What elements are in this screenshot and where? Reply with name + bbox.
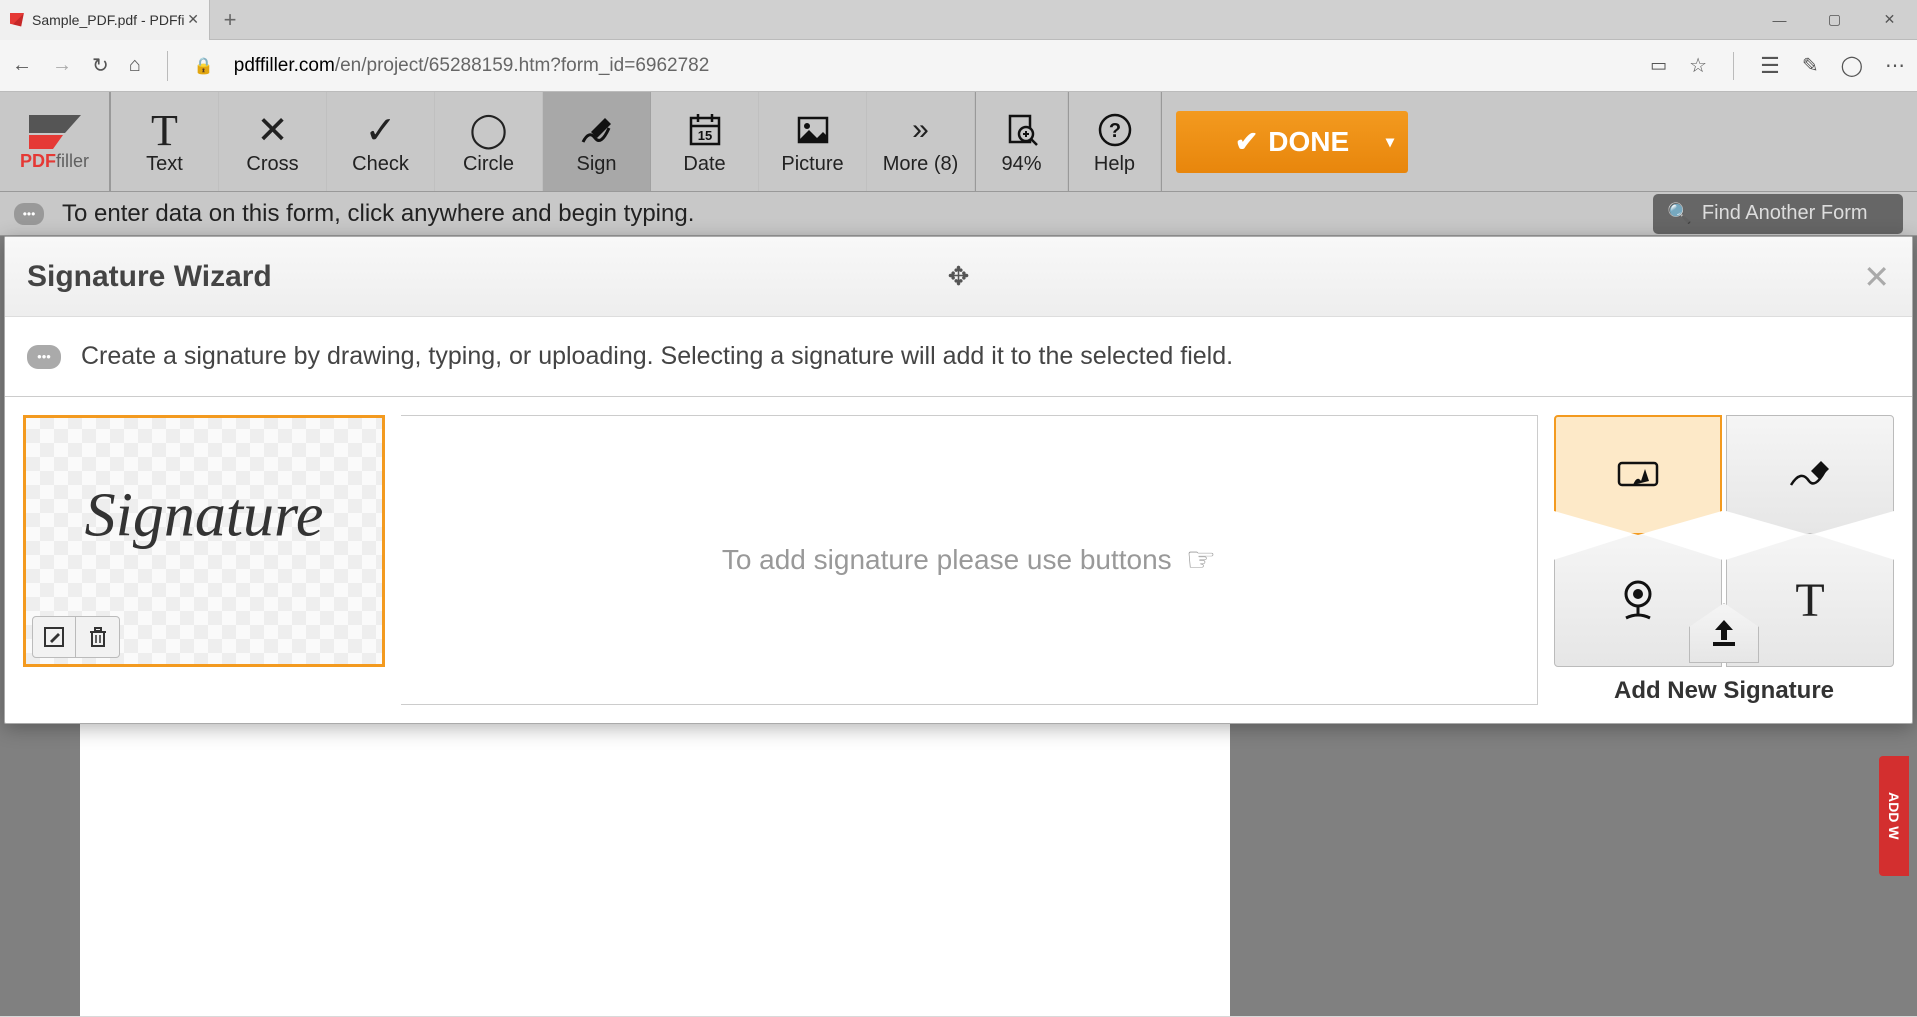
check-icon: ✓ (365, 107, 397, 153)
cross-icon: ✕ (257, 107, 289, 153)
svg-text:?: ? (1108, 120, 1120, 142)
close-window-button[interactable]: ✕ (1862, 0, 1917, 40)
calendar-icon: 15 (685, 107, 725, 153)
add-signature-label: Add New Signature (1614, 677, 1834, 705)
wizard-header: Signature Wizard ✥ ✕ (5, 237, 1912, 317)
minimize-button[interactable]: — (1752, 0, 1807, 40)
hint-bubble-icon: ••• (14, 203, 44, 225)
reading-list-icon[interactable]: ☰ (1760, 53, 1780, 79)
done-button[interactable]: ✔ DONE ▾ (1176, 111, 1408, 173)
browser-tab[interactable]: Sample_PDF.pdf - PDFfi ✕ (0, 0, 210, 40)
tab-close-icon[interactable]: ✕ (187, 11, 199, 28)
more-icon: » (912, 107, 929, 153)
edit-signature-button[interactable] (32, 616, 76, 658)
wizard-instruction-text: Create a signature by drawing, typing, o… (81, 342, 1233, 371)
check-tool[interactable]: ✓ Check (327, 92, 435, 191)
sign-icon (577, 107, 617, 153)
help-button[interactable]: ? Help (1069, 92, 1161, 191)
wizard-body: Signature To add signature please use bu… (5, 397, 1912, 723)
sign-tool[interactable]: Sign (543, 92, 651, 191)
notes-icon[interactable]: ✎ (1802, 53, 1819, 78)
browser-tab-strip: Sample_PDF.pdf - PDFfi ✕ + — ▢ ✕ (0, 0, 1917, 40)
capture-mobile-option[interactable] (1554, 415, 1722, 535)
svg-text:15: 15 (697, 128, 711, 143)
home-button[interactable]: ⌂ (129, 54, 141, 77)
app-toolbar: PDFfiller T Text ✕ Cross ✓ Check ◯ Circl… (0, 92, 1917, 192)
refresh-button[interactable]: ↻ (92, 53, 109, 78)
url-field[interactable]: pdffiller.com/en/project/65288159.htm?fo… (234, 55, 1630, 77)
window-controls: — ▢ ✕ (1752, 0, 1917, 40)
signature-preview-text: Signature (85, 481, 324, 552)
done-dropdown-icon[interactable]: ▾ (1386, 132, 1394, 152)
search-icon: 🔍 (1667, 201, 1692, 226)
text-icon: T (151, 107, 178, 153)
zoom-control[interactable]: 94% (976, 92, 1068, 191)
add-watermark-tab[interactable]: ADD W (1879, 756, 1909, 876)
tab-title: Sample_PDF.pdf - PDFfi (32, 12, 185, 28)
delete-signature-button[interactable] (76, 616, 120, 658)
tab-favicon-icon (10, 13, 24, 27)
find-form-button[interactable]: 🔍 Find Another Form (1653, 194, 1903, 234)
date-tool[interactable]: 15 Date (651, 92, 759, 191)
pointing-hand-icon: ☞ (1186, 540, 1216, 580)
wizard-instruction-bar: ••• Create a signature by drawing, typin… (5, 317, 1912, 397)
text-tool[interactable]: T Text (111, 92, 219, 191)
move-handle-icon[interactable]: ✥ (948, 261, 970, 292)
instruction-bar: ••• To enter data on this form, click an… (0, 192, 1917, 236)
forward-button[interactable]: → (52, 54, 72, 77)
signature-placeholder: To add signature please use buttons ☞ (401, 415, 1538, 705)
picture-tool[interactable]: Picture (759, 92, 867, 191)
instruction-text: To enter data on this form, click anywhe… (62, 200, 694, 228)
share-icon[interactable]: ◯ (1841, 53, 1863, 78)
browser-address-bar: ← → ↻ ⌂ 🔒 pdffiller.com/en/project/65288… (0, 40, 1917, 92)
help-icon: ? (1095, 107, 1135, 153)
type-icon: T (1795, 573, 1824, 628)
lock-icon: 🔒 (194, 56, 214, 76)
more-menu-icon[interactable]: ⋯ (1885, 53, 1905, 78)
circle-icon: ◯ (469, 107, 507, 153)
hint-bubble-icon: ••• (27, 345, 61, 369)
reading-view-icon[interactable]: ▭ (1650, 55, 1667, 76)
favorite-icon[interactable]: ☆ (1689, 53, 1707, 78)
wizard-title: Signature Wizard (27, 260, 272, 294)
draw-signature-option[interactable] (1726, 415, 1894, 535)
more-tool[interactable]: » More (8) (867, 92, 975, 191)
signature-preview[interactable]: Signature (23, 415, 385, 667)
add-signature-panel: T Add New Signature (1554, 415, 1894, 705)
signature-wizard-dialog: Signature Wizard ✥ ✕ ••• Create a signat… (4, 236, 1913, 724)
wizard-close-button[interactable]: ✕ (1863, 258, 1890, 296)
back-button[interactable]: ← (12, 54, 32, 77)
maximize-button[interactable]: ▢ (1807, 0, 1862, 40)
zoom-icon (1002, 107, 1042, 153)
circle-tool[interactable]: ◯ Circle (435, 92, 543, 191)
picture-icon (793, 107, 833, 153)
cross-tool[interactable]: ✕ Cross (219, 92, 327, 191)
app-logo[interactable]: PDFfiller (0, 92, 110, 191)
done-check-icon: ✔ (1235, 125, 1258, 158)
new-tab-button[interactable]: + (210, 7, 250, 33)
